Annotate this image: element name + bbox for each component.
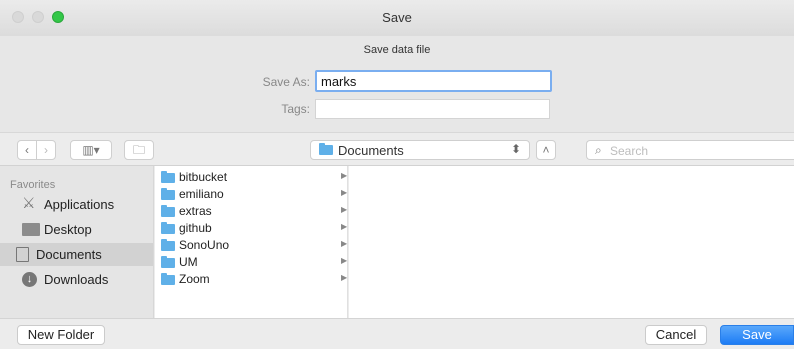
file-name: UM [179,255,198,269]
desktop-icon [22,223,40,236]
disclosure-arrow-icon: ▶ [341,188,348,197]
save-as-input[interactable] [315,70,552,92]
file-name: bitbucket [179,170,228,184]
disclosure-arrow-icon: ▶ [341,205,348,214]
back-button[interactable]: ‹ [17,140,37,160]
window-title: Save [382,10,412,25]
folder-outline-icon: 🗀 [132,143,145,157]
sidebar-item-documents[interactable]: Documents [0,243,153,266]
title-bar: Save [0,0,794,36]
list-item[interactable]: SonoUno ▶ [155,237,348,254]
chevron-up-icon: ˄ [542,143,550,157]
disclosure-arrow-icon: ▶ [341,273,348,282]
list-item[interactable]: bitbucket ▶ [155,169,348,186]
column-view-icon: ▥▾ [82,143,100,157]
chevron-left-icon: ‹ [25,143,29,157]
file-name: extras [179,204,212,218]
dialog-message: Save data file [363,44,431,56]
search-placeholder: Search [610,144,649,158]
folder-icon [161,222,175,234]
location-popup[interactable]: Documents ⬍ [310,140,530,160]
file-name: emiliano [179,187,224,201]
list-item[interactable]: github ▶ [155,220,348,237]
cancel-button[interactable]: Cancel [645,325,707,345]
list-item[interactable]: extras ▶ [155,203,348,220]
updown-chevron-icon: ⬍ [510,142,521,156]
sidebar: Favorites ⚔ Applications Desktop Documen… [0,166,154,318]
disclosure-arrow-icon: ▶ [341,222,348,231]
collapse-button[interactable]: ˄ [536,140,556,160]
search-input[interactable]: ⌕ Search [586,140,794,160]
folder-icon [161,188,175,200]
list-item[interactable]: emiliano ▶ [155,186,348,203]
applications-icon: ⚔ [22,195,36,212]
dialog-footer: New Folder Cancel Save [0,318,794,349]
sidebar-item-downloads[interactable]: ↓ Downloads [8,268,153,291]
folder-icon [319,143,333,155]
sidebar-item-desktop[interactable]: Desktop [8,218,153,241]
sidebar-item-label: Desktop [44,222,92,237]
folder-icon [161,273,175,285]
view-mode-button[interactable]: ▥▾ [70,140,112,160]
disclosure-arrow-icon: ▶ [341,171,348,180]
new-folder-toolbar-button[interactable]: 🗀 [124,140,154,160]
sidebar-heading-favorites: Favorites [10,179,56,191]
search-icon: ⌕ [595,143,602,157]
save-button[interactable]: Save [720,325,794,345]
browser-toolbar: ‹ › ▥▾ 🗀 Documents ⬍ ˄ ⌕ Search [0,132,794,166]
documents-icon [16,247,29,262]
file-column: bitbucket ▶ emiliano ▶ extras ▶ github ▶… [155,166,348,318]
sidebar-item-label: Downloads [44,272,109,287]
chevron-right-icon: › [44,143,48,157]
forward-button[interactable]: › [36,140,56,160]
sidebar-item-label: Applications [44,197,115,212]
sidebar-item-label: Documents [36,247,102,262]
preview-column [349,166,794,318]
disclosure-arrow-icon: ▶ [341,256,348,265]
tags-label: Tags: [281,102,310,116]
new-folder-button[interactable]: New Folder [17,325,105,345]
file-name: SonoUno [179,238,230,252]
list-item[interactable]: Zoom ▶ [155,271,348,288]
location-label: Documents [338,143,404,158]
folder-icon [161,205,175,217]
folder-icon [161,239,175,251]
list-item[interactable]: UM ▶ [155,254,348,271]
disclosure-arrow-icon: ▶ [341,239,348,248]
folder-icon [161,256,175,268]
file-name: Zoom [179,272,210,286]
save-header: Save data file Save As: Tags: [0,36,794,132]
file-name: github [179,221,212,235]
folder-icon [161,171,175,183]
downloads-icon: ↓ [22,272,37,287]
sidebar-item-applications[interactable]: ⚔ Applications [8,193,153,216]
save-as-label: Save As: [262,75,310,89]
tags-input[interactable] [315,99,550,119]
